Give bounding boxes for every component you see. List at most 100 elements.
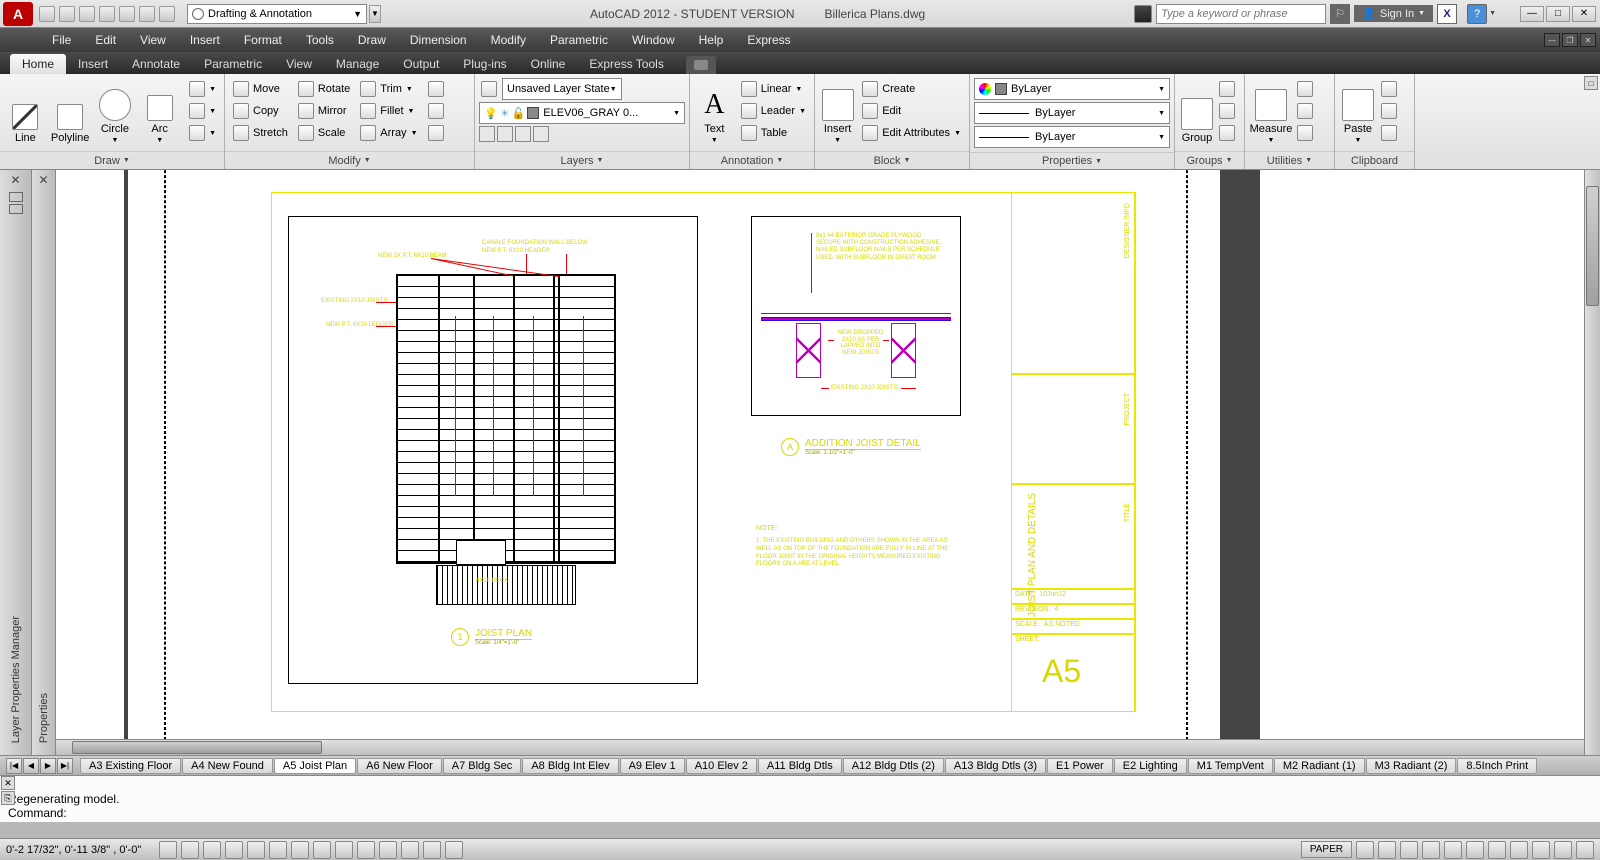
modify-ext3[interactable] — [424, 122, 448, 144]
group-ext2[interactable] — [1217, 100, 1237, 122]
menu-window[interactable]: Window — [620, 29, 687, 51]
layer-btn4[interactable] — [533, 126, 549, 142]
cmdline-pin-icon[interactable]: ⎘ — [1, 791, 15, 805]
line-button[interactable]: Line — [4, 78, 47, 146]
status-r5[interactable] — [1444, 841, 1462, 859]
maximize-button[interactable]: □ — [1546, 6, 1570, 22]
arc-button[interactable]: Arc▼ — [138, 78, 181, 146]
text-button[interactable]: AText▼ — [694, 78, 735, 146]
copy2-button[interactable] — [1379, 100, 1399, 122]
layout-tab[interactable]: E1 Power — [1047, 758, 1113, 774]
menu-draw[interactable]: Draw — [346, 29, 398, 51]
cmdline-close-icon[interactable]: ✕ — [1, 776, 15, 790]
circle-button[interactable]: Circle▼ — [94, 78, 137, 146]
layout-tab[interactable]: A4 New Found — [182, 758, 273, 774]
layer-state-dropdown[interactable]: Unsaved Layer State▼ — [502, 78, 622, 100]
menu-edit[interactable]: Edit — [83, 29, 128, 51]
tab-output[interactable]: Output — [391, 54, 451, 74]
doc-restore-button[interactable]: ❐ — [1562, 33, 1578, 47]
search-input[interactable] — [1156, 4, 1326, 24]
otrack-button[interactable] — [291, 841, 309, 859]
linetype-dropdown[interactable]: ByLayer▼ — [974, 126, 1170, 148]
cut-button[interactable] — [1379, 78, 1399, 100]
layout-tab[interactable]: A7 Bldg Sec — [443, 758, 522, 774]
tab-insert[interactable]: Insert — [66, 54, 120, 74]
ortho-button[interactable] — [203, 841, 221, 859]
status-r11[interactable] — [1576, 841, 1594, 859]
grid-button[interactable] — [181, 841, 199, 859]
menu-help[interactable]: Help — [687, 29, 736, 51]
layer-btn1[interactable] — [479, 126, 495, 142]
drawing-canvas[interactable]: DESIGNER INFO PROJECT TITLE JOIST PLAN A… — [56, 170, 1600, 755]
insert-button[interactable]: Insert▼ — [819, 78, 856, 146]
menu-insert[interactable]: Insert — [178, 29, 232, 51]
group-button[interactable]: Group — [1179, 78, 1215, 146]
palette2-close-icon[interactable]: ✕ — [35, 170, 51, 190]
menu-tools[interactable]: Tools — [294, 29, 346, 51]
palette-close-icon[interactable]: ✕ — [7, 170, 23, 190]
menu-modify[interactable]: Modify — [479, 29, 538, 51]
menu-dimension[interactable]: Dimension — [398, 29, 479, 51]
layout-tab[interactable]: A5 Joist Plan — [274, 758, 356, 774]
layout-tab[interactable]: M1 TempVent — [1188, 758, 1273, 774]
status-r10[interactable] — [1554, 841, 1572, 859]
qat-open-icon[interactable] — [59, 6, 75, 22]
util-ext3[interactable] — [1295, 122, 1315, 144]
qp-button[interactable] — [401, 841, 419, 859]
signin-button[interactable]: 👤Sign In▼ — [1354, 5, 1433, 22]
group-ext3[interactable] — [1217, 122, 1237, 144]
status-r9[interactable] — [1532, 841, 1550, 859]
paper-model-toggle[interactable]: PAPER — [1301, 841, 1352, 858]
command-line[interactable]: Regenerating model. Command: — [0, 775, 1600, 822]
layout-nav-last[interactable]: ▶| — [57, 758, 73, 774]
osnap-button[interactable] — [247, 841, 265, 859]
layout-tab[interactable]: E2 Lighting — [1114, 758, 1187, 774]
qat-new-icon[interactable] — [39, 6, 55, 22]
tab-parametric[interactable]: Parametric — [192, 54, 274, 74]
edit-button[interactable]: Edit — [858, 100, 965, 122]
palette-properties[interactable]: ✕ Properties — [32, 170, 56, 755]
status-r3[interactable] — [1400, 841, 1418, 859]
layout-tab[interactable]: A3 Existing Floor — [80, 758, 181, 774]
infocenter-icon[interactable] — [1134, 5, 1152, 23]
layout-nav-prev[interactable]: ◀ — [23, 758, 39, 774]
rotate-button[interactable]: Rotate — [294, 78, 354, 100]
status-r7[interactable] — [1488, 841, 1506, 859]
tpy-button[interactable] — [379, 841, 397, 859]
layout-tab[interactable]: 8.5Inch Print — [1457, 758, 1537, 774]
am-button[interactable] — [445, 841, 463, 859]
layout-tab[interactable]: A13 Bldg Dtls (3) — [945, 758, 1046, 774]
create-button[interactable]: Create — [858, 78, 965, 100]
draw-ext2[interactable]: ▼ — [185, 100, 220, 122]
doc-close-button[interactable]: ✕ — [1580, 33, 1596, 47]
menu-express[interactable]: Express — [735, 29, 802, 51]
tab-view[interactable]: View — [274, 54, 324, 74]
linear-button[interactable]: Linear▼ — [737, 78, 810, 100]
qat-redo-icon[interactable] — [159, 6, 175, 22]
palette-layer-properties[interactable]: ✕ Layer Properties Manager — [0, 170, 32, 755]
layout-nav-next[interactable]: ▶ — [40, 758, 56, 774]
qat-saveas-icon[interactable] — [99, 6, 115, 22]
util-ext1[interactable] — [1295, 78, 1315, 100]
modify-ext2[interactable] — [424, 100, 448, 122]
palette-menu-icon[interactable] — [9, 204, 23, 214]
trim-button[interactable]: Trim▼ — [356, 78, 421, 100]
status-r8[interactable] — [1510, 841, 1528, 859]
fillet-button[interactable]: Fillet▼ — [356, 100, 421, 122]
move-button[interactable]: Move — [229, 78, 292, 100]
util-ext2[interactable] — [1295, 100, 1315, 122]
search-options-icon[interactable]: ⚐ — [1330, 4, 1350, 24]
tab-extra-button[interactable] — [686, 56, 716, 74]
app-logo[interactable]: A — [3, 2, 33, 26]
help-icon[interactable]: ? — [1467, 4, 1487, 24]
match-button[interactable] — [1379, 122, 1399, 144]
layout-tab[interactable]: M3 Radiant (2) — [1366, 758, 1457, 774]
exchange-icon[interactable]: X — [1437, 4, 1457, 24]
table-button[interactable]: Table — [737, 122, 810, 144]
scale-button[interactable]: Scale — [294, 122, 354, 144]
polar-button[interactable] — [225, 841, 243, 859]
polyline-button[interactable]: Polyline — [49, 78, 92, 146]
layer-props-button[interactable] — [479, 78, 499, 100]
tab-home[interactable]: Home — [10, 54, 66, 74]
layout-tab[interactable]: M2 Radiant (1) — [1274, 758, 1365, 774]
